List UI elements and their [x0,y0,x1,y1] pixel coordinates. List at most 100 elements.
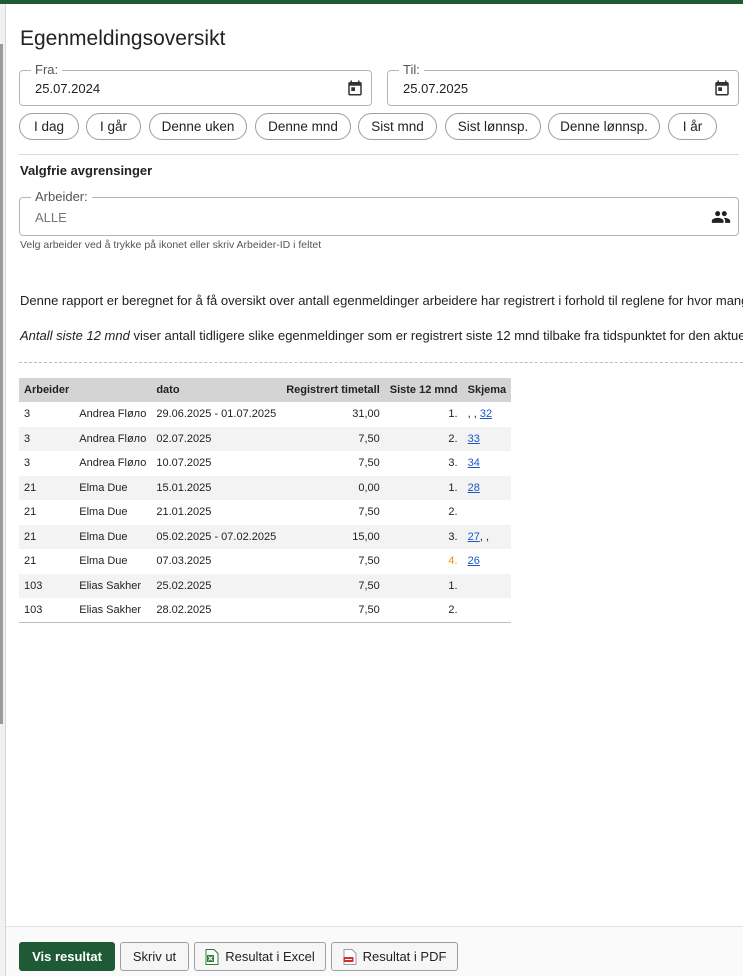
cell-worker-id: 21 [19,475,75,500]
form-link[interactable]: 27 [468,531,480,543]
cell-worker-name: Andrea Fløло [74,451,152,476]
cell-worker-name: Andrea Fløло [74,426,152,451]
cell-worker-id: 21 [19,524,75,549]
cell-form: 26 [462,549,512,574]
cell-worker-name: Elma Due [74,500,152,525]
quick-range-last-pay-period[interactable]: Sist lønnsp. [445,113,541,140]
cell-hours: 7,50 [281,426,385,451]
excel-file-icon [205,948,219,965]
cell-last-12-months: 2. [384,500,463,525]
cell-worker-name: Elias Sakher [74,598,152,623]
form-separator: , , [467,408,480,421]
cell-worker-id: 3 [19,451,75,476]
left-scroll-marker [0,44,3,724]
header-worker-name [74,378,152,402]
cell-date: 15.01.2025 [151,475,282,500]
cell-date: 05.02.2025 - 07.02.2025 [151,524,282,549]
quick-range-yesterday[interactable]: I går [86,113,141,140]
page-title: Egenmeldingsoversikt [20,27,226,50]
cell-last-12-months: 4. [384,549,463,574]
optional-filters-heading: Valgfrie avgrensinger [20,163,153,178]
header-hours: Registrert timetall [281,378,385,402]
table-row: 103 Elias Sakher 28.02.2025 7,50 2. [19,598,512,623]
cell-worker-name: Andrea Fløло [74,402,152,427]
count-value: 3. [448,457,458,470]
form-link[interactable]: 32 [480,408,492,420]
cell-last-12-months: 2. [384,598,463,623]
worker-input[interactable]: ALLE [35,210,67,225]
worker-field-label: Arbeider: [31,189,92,204]
cell-form: 27, , [462,524,512,549]
header-last-12-months: Siste 12 mnd [384,378,463,402]
date-to-value[interactable]: 25.07.2025 [403,81,468,96]
worker-field[interactable]: Arbeider: ALLE [19,189,739,236]
quick-range-this-week[interactable]: Denne uken [149,113,247,140]
calendar-icon[interactable] [713,79,731,97]
cell-date: 29.06.2025 - 01.07.2025 [151,402,282,427]
cell-last-12-months: 1. [384,402,463,427]
show-results-button[interactable]: Vis resultat [19,942,115,971]
excel-export-button[interactable]: Resultat i Excel [194,942,326,971]
cell-form: 34 [462,451,512,476]
cell-form: 28 [462,475,512,500]
cell-form [462,500,512,525]
cell-last-12-months: 3. [384,524,463,549]
form-link[interactable]: 34 [468,457,480,469]
section-divider [19,154,739,155]
cell-worker-name: Elma Due [74,549,152,574]
cell-form: 33 [462,426,512,451]
quick-range-this-pay-period[interactable]: Denne lønnsp. [548,113,660,140]
quick-range-this-month[interactable]: Denne mnd [255,113,351,140]
date-to-field[interactable]: Til: 25.07.2025 [387,62,739,106]
table-row: 3 Andrea Fløло 29.06.2025 - 01.07.2025 31,0… [19,402,512,427]
cell-date: 25.02.2025 [151,573,282,598]
cell-last-12-months: 1. [384,475,463,500]
count-value: 1. [448,408,458,421]
top-accent-bar [0,0,743,4]
people-icon[interactable] [710,207,732,227]
cell-worker-name: Elias Sakher [74,573,152,598]
cell-hours: 0,00 [281,475,385,500]
header-date: dato [151,378,282,402]
cell-hours: 7,50 [281,573,385,598]
calendar-icon[interactable] [346,79,364,97]
quick-range-this-year[interactable]: I år [668,113,717,140]
header-worker-id: Arbeider [19,378,75,402]
worker-field-hint: Velg arbeider ved å trykke på ikonet ell… [20,239,322,251]
date-from-field[interactable]: Fra: 25.07.2024 [19,62,372,106]
cell-worker-id: 3 [19,402,75,427]
table-row: 21 Elma Due 07.03.2025 7,50 4. 26 [19,549,512,574]
count-value: 4. [448,555,458,568]
cell-worker-id: 103 [19,573,75,598]
description-line-2-text: viser antall tidligere slike egenmelding… [129,328,743,343]
cell-hours: 7,50 [281,500,385,525]
table-header-row: Arbeider dato Registrert timetall Siste … [19,378,512,402]
cell-worker-id: 21 [19,500,75,525]
description-line-2: Antall siste 12 mnd viser antall tidlige… [20,328,743,343]
cell-last-12-months: 1. [384,573,463,598]
table-row: 21 Elma Due 05.02.2025 - 07.02.2025 15,00 3.… [19,524,512,549]
print-button[interactable]: Skriv ut [120,942,189,971]
pdf-export-button[interactable]: Resultat i PDF [331,942,458,971]
quick-range-today[interactable]: I dag [19,113,79,140]
form-link[interactable]: 26 [468,555,480,567]
table-row: 21 Elma Due 15.01.2025 0,00 1. 28 [19,475,512,500]
header-form: Skjema [462,378,512,402]
count-value: 2. [448,432,458,445]
count-value: 3. [448,530,458,543]
date-to-label: Til: [399,62,424,77]
cell-form [462,598,512,623]
date-from-label: Fra: [31,62,63,77]
form-separator: , , [479,530,490,543]
table-row: 3 Andrea Fløло 02.07.2025 7,50 2. 33 [19,426,512,451]
form-link[interactable]: 33 [468,433,480,445]
form-link[interactable]: 28 [468,482,480,494]
cell-last-12-months: 3. [384,451,463,476]
cell-date: 07.03.2025 [151,549,282,574]
cell-last-12-months: 2. [384,426,463,451]
table-row: 21 Elma Due 21.01.2025 7,50 2. [19,500,512,525]
dashed-separator [19,362,743,363]
quick-range-last-month[interactable]: Sist mnd [358,113,437,140]
date-from-value[interactable]: 25.07.2024 [35,81,100,96]
count-value: 1. [448,579,458,592]
